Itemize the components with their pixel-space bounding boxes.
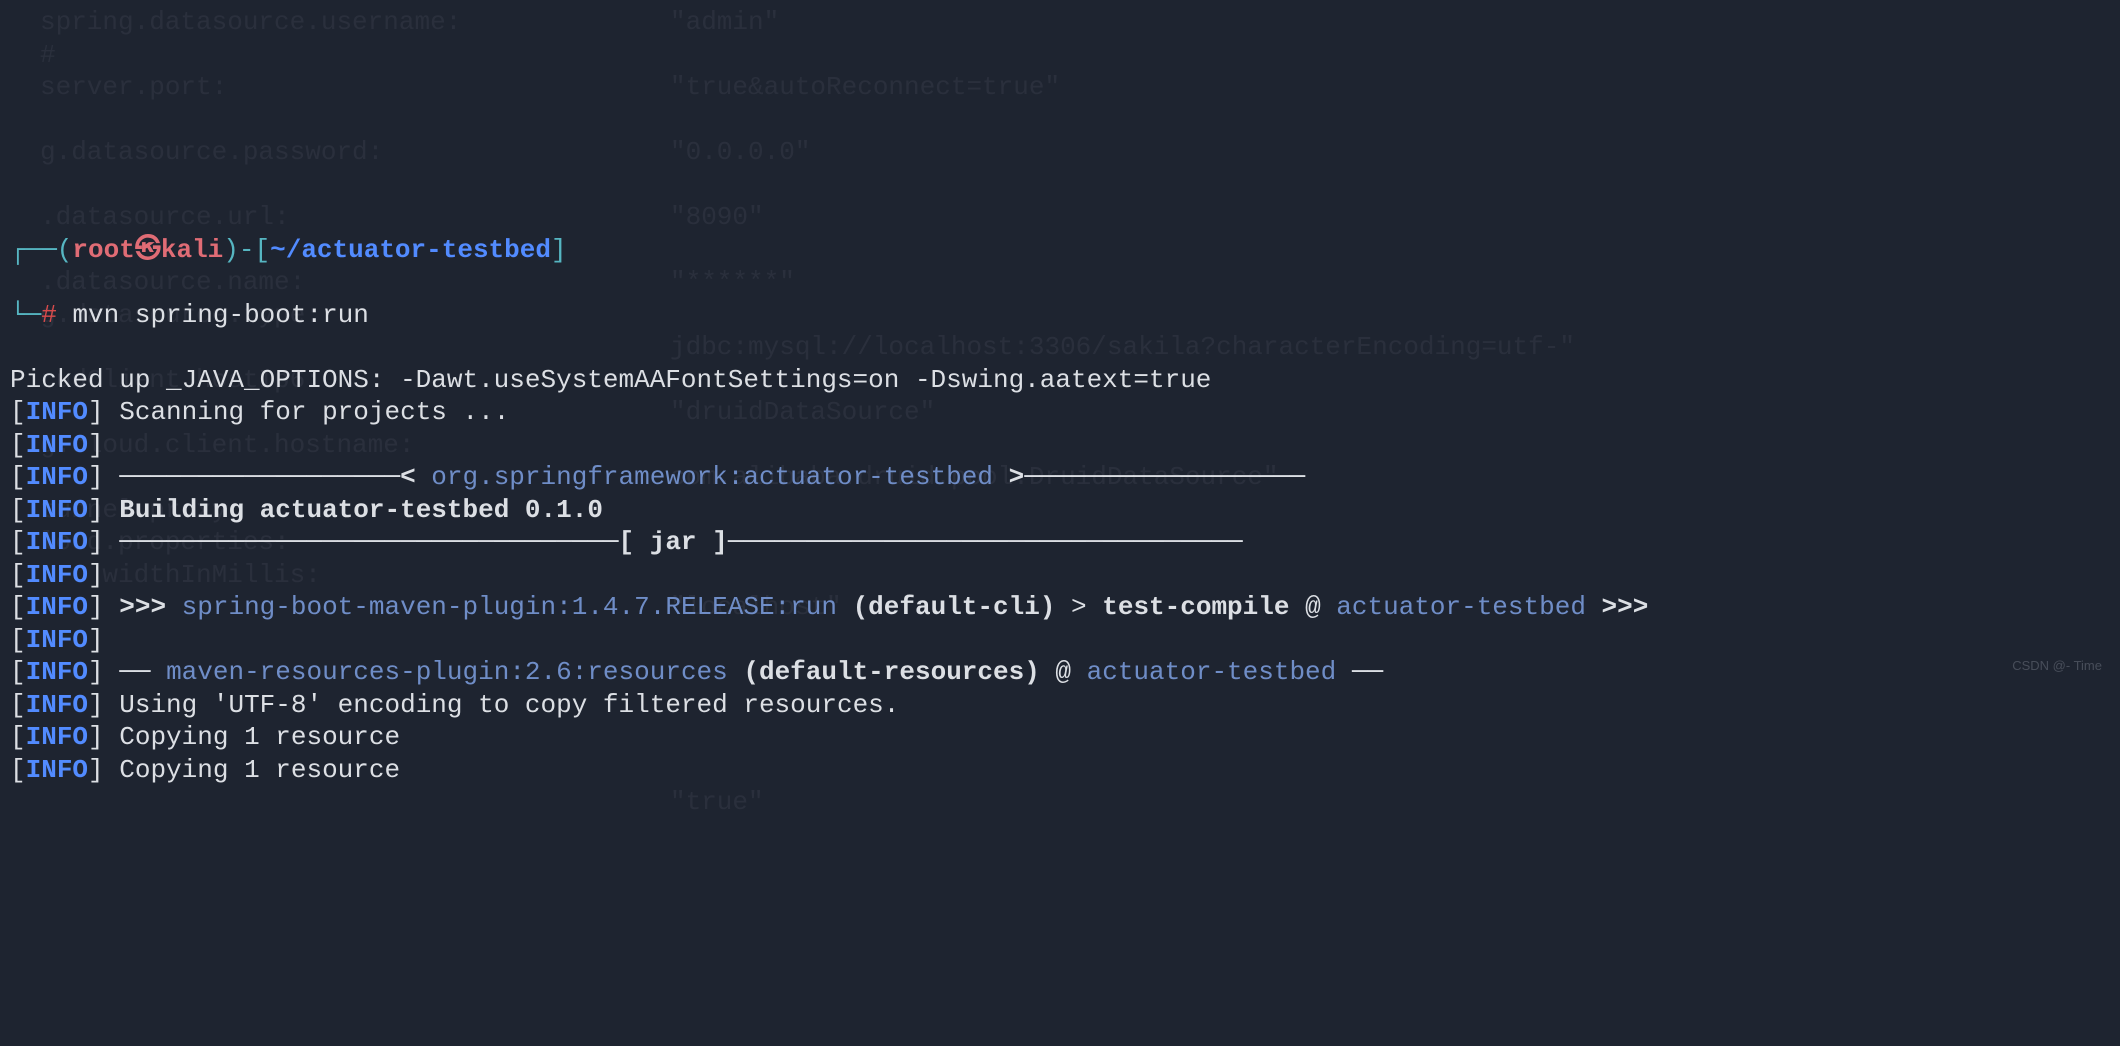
output-line: [INFO] [10,429,2110,462]
log-level-info: INFO [26,657,88,687]
prompt-hash: # [41,300,57,330]
output-line: [INFO] ────────────────────────────────[… [10,526,2110,559]
box-corner: ┌──( [10,235,72,265]
box-bottom: └─ [10,300,41,330]
prompt-line-1: ┌──(root㉿kali)-[~/actuator-testbed] [10,234,2110,267]
log-level-info: INFO [26,462,88,492]
ghost-background-text: spring.datasource.username: # server.por… [10,6,41,104]
log-level-info: INFO [26,625,88,655]
command-text: mvn spring-boot:run [72,300,368,330]
prompt-host: kali [161,235,223,265]
output-line: [INFO] Copying 1 resource [10,754,2110,787]
output-line: [INFO] Scanning for projects ... [10,396,2110,429]
prompt-line-2: └─# mvn spring-boot:run [10,299,2110,332]
log-level-info: INFO [26,527,88,557]
output-line: [INFO] Copying 1 resource [10,721,2110,754]
log-level-info: INFO [26,690,88,720]
log-level-info: INFO [26,397,88,427]
skull-icon: ㉿ [135,235,161,265]
log-level-info: INFO [26,592,88,622]
log-level-info: INFO [26,755,88,785]
prompt-path: ~/actuator-testbed [270,235,551,265]
log-level-info: INFO [26,722,88,752]
output-line: [INFO] ──────────────────< org.springfra… [10,461,2110,494]
log-level-info: INFO [26,560,88,590]
output-line: [INFO] Building actuator-testbed 0.1.0 [10,494,2110,527]
output-line: [INFO] Using 'UTF-8' encoding to copy fi… [10,689,2110,722]
output-line: [INFO] [10,559,2110,592]
log-level-info: INFO [26,495,88,525]
output-line: Picked up _JAVA_OPTIONS: -Dawt.useSystem… [10,364,2110,397]
log-level-info: INFO [26,430,88,460]
prompt-user: root [72,235,134,265]
output-line: [INFO] [10,624,2110,657]
terminal-output[interactable]: ┌──(root㉿kali)-[~/actuator-testbed] └─# … [10,201,2110,819]
output-line: [INFO] >>> spring-boot-maven-plugin:1.4.… [10,591,2110,624]
